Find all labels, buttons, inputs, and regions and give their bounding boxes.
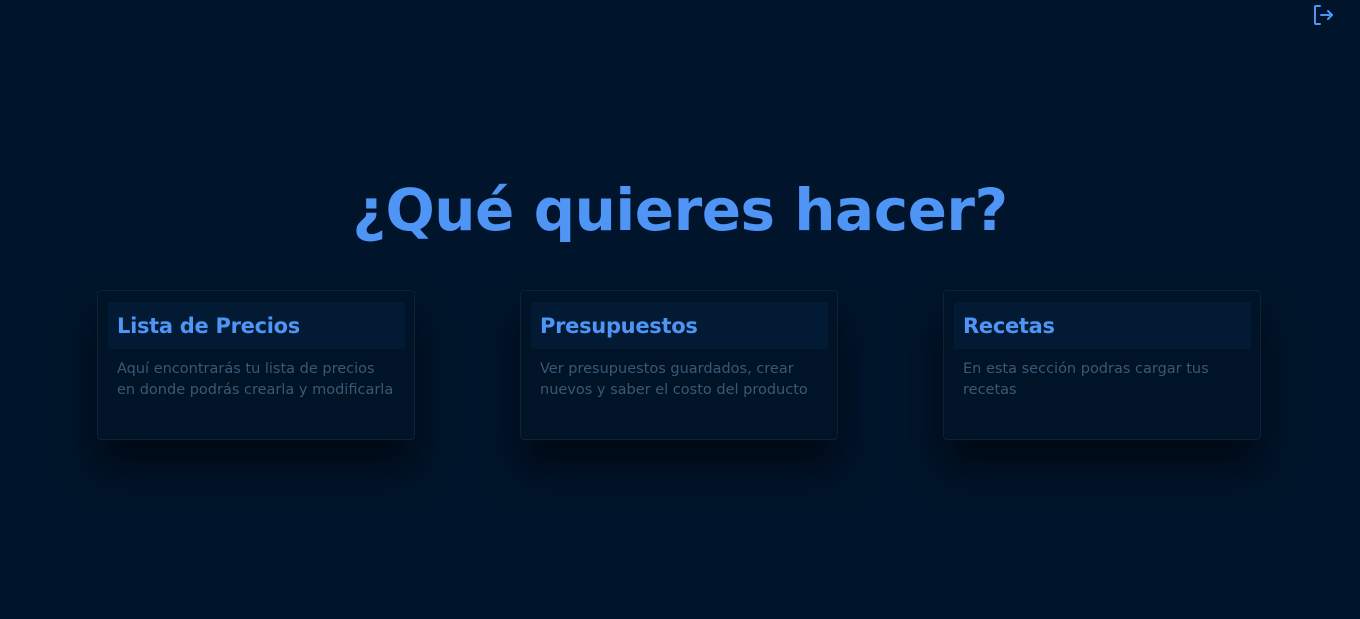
card-recipes[interactable]: Recetas En esta sección podras cargar tu…: [943, 290, 1261, 440]
card-description: Ver presupuestos guardados, crear nuevos…: [540, 361, 808, 398]
card-title: Lista de Precios: [117, 313, 300, 338]
card-price-list[interactable]: Lista de Precios Aquí encontrarás tu lis…: [97, 290, 415, 440]
page-title: ¿Qué quieres hacer?: [352, 176, 1008, 244]
card-title: Recetas: [963, 313, 1055, 338]
logout-icon: [1314, 5, 1333, 25]
logout-button[interactable]: [1311, 3, 1335, 27]
card-description: En esta sección podras cargar tus receta…: [963, 361, 1209, 398]
card-header: Presupuestos: [531, 302, 828, 349]
card-header: Recetas: [954, 302, 1251, 349]
card-header: Lista de Precios: [108, 302, 405, 349]
card-description: Aquí encontrarás tu lista de precios en …: [117, 361, 394, 398]
card-title: Presupuestos: [540, 313, 698, 338]
card-budgets[interactable]: Presupuestos Ver presupuestos guardados,…: [520, 290, 838, 440]
home-page: ¿Qué quieres hacer? Lista de Precios Aqu…: [0, 0, 1360, 619]
